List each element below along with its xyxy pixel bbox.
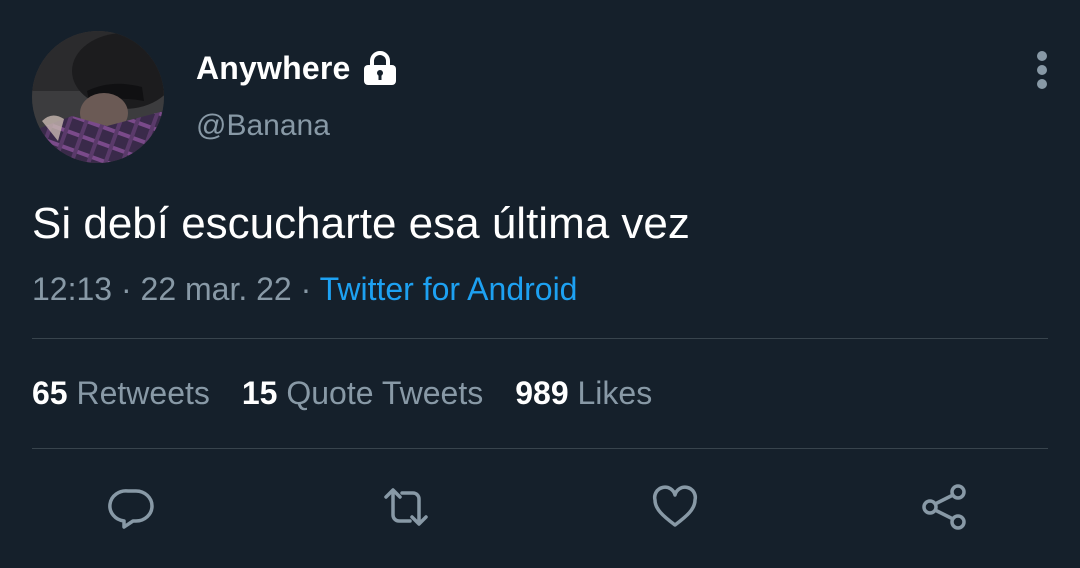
likes-stat[interactable]: 989 Likes xyxy=(515,375,652,412)
display-name: Anywhere xyxy=(196,50,351,86)
tweet-meta: 12:13 · 22 mar. 22 · Twitter for Android xyxy=(32,271,577,308)
lock-icon xyxy=(361,50,399,87)
retweets-stat[interactable]: 65 Retweets xyxy=(32,375,210,412)
retweets-label: Retweets xyxy=(76,375,210,411)
tweet-time: 12:13 xyxy=(32,271,113,307)
like-button[interactable] xyxy=(651,483,699,531)
avatar-photo xyxy=(32,31,164,163)
quote-tweets-count: 15 xyxy=(241,375,278,411)
meta-separator: · xyxy=(120,271,132,307)
retweet-button[interactable] xyxy=(382,483,430,531)
divider xyxy=(32,338,1048,339)
share-icon xyxy=(922,484,966,530)
retweet-icon xyxy=(384,488,428,526)
meta-separator: · xyxy=(300,271,312,307)
more-options-icon[interactable] xyxy=(1030,50,1054,90)
tweet-text: Si debí escucharte esa última vez xyxy=(32,199,690,248)
share-button[interactable] xyxy=(920,483,968,531)
divider xyxy=(32,448,1048,449)
likes-count: 989 xyxy=(515,375,569,411)
tweet-source-link[interactable]: Twitter for Android xyxy=(320,271,578,307)
quote-tweets-label: Quote Tweets xyxy=(286,375,484,411)
reply-button[interactable] xyxy=(108,483,156,531)
user-handle[interactable]: @Banana xyxy=(196,109,330,143)
reply-icon xyxy=(108,489,154,529)
likes-label: Likes xyxy=(577,375,653,411)
retweets-count: 65 xyxy=(32,375,68,411)
quote-tweets-stat[interactable]: 15 Quote Tweets xyxy=(242,375,483,412)
tweet-detail: Anywhere @Banana Si debí escucharte esa … xyxy=(0,0,1080,568)
display-name-row[interactable]: Anywhere xyxy=(196,50,399,87)
stats-row: 65 Retweets 15 Quote Tweets 989 Likes xyxy=(32,375,652,412)
avatar[interactable] xyxy=(32,31,164,163)
tweet-date[interactable]: 22 mar. 22 xyxy=(141,271,292,307)
like-icon xyxy=(652,485,698,527)
